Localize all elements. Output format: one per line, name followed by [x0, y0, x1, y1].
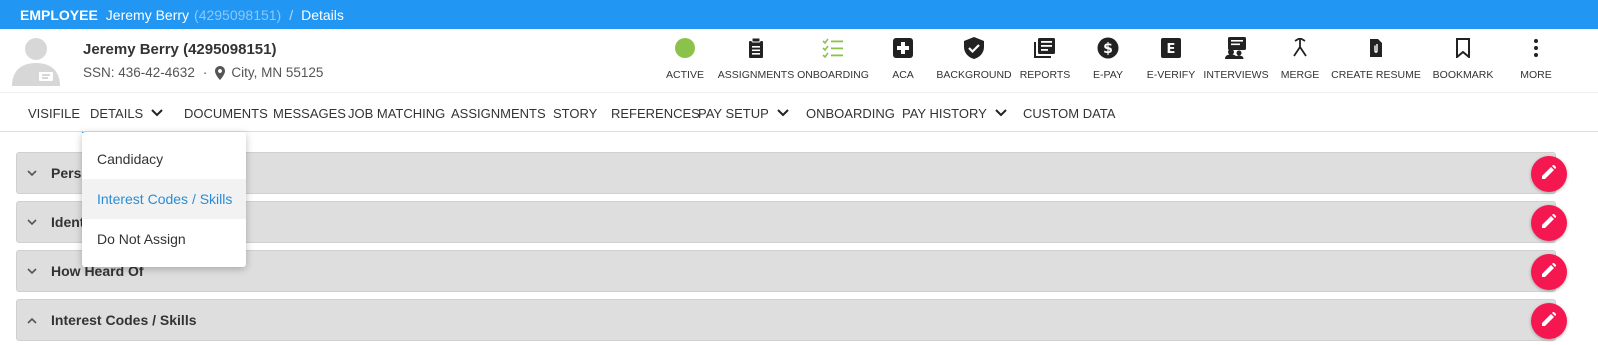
edit-button[interactable] [1531, 254, 1567, 290]
tab-pay-history[interactable]: PAY HISTORY [902, 93, 1007, 133]
dollar-icon: $ [1097, 37, 1119, 64]
paperclip-icon [1368, 37, 1384, 64]
status-dot-icon [674, 37, 696, 64]
tab-label: DOCUMENTS [184, 105, 268, 121]
breadcrumb-separator: / [289, 6, 294, 23]
chevron-up-icon [27, 317, 45, 324]
employee-location: City, MN 55125 [231, 65, 324, 80]
tab-label: MESSAGES [273, 105, 346, 121]
tab-assignments[interactable]: ASSIGNMENTS [451, 93, 546, 133]
employee-name: Jeremy Berry (4295098151) [83, 41, 277, 58]
checklist-icon [822, 38, 844, 63]
panel-personal[interactable]: Perso [16, 152, 1567, 194]
action-label: MERGE [1280, 69, 1320, 81]
tab-bar: VISIFILE DETAILS DOCUMENTS MESSAGES JOB … [0, 92, 1598, 134]
tab-job-matching[interactable]: JOB MATCHING [348, 93, 445, 133]
merge-icon [1292, 36, 1308, 63]
create-resume-action[interactable]: CREATE RESUME [1331, 35, 1421, 87]
tab-story[interactable]: STORY [553, 93, 597, 133]
action-label: ACA [892, 69, 914, 81]
separator-dot: · [202, 65, 208, 80]
tab-label: STORY [553, 105, 598, 121]
tab-label: PAY SETUP [698, 105, 769, 121]
tab-label: JOB MATCHING [348, 105, 446, 121]
avatar [8, 36, 64, 86]
tab-details[interactable]: DETAILS [81, 93, 178, 134]
chevron-down-icon [27, 267, 45, 275]
interviews-icon [1225, 36, 1247, 64]
chevron-down-icon [777, 109, 789, 117]
action-label: MORE [1520, 69, 1552, 81]
pencil-icon [1542, 164, 1557, 184]
pencil-icon [1542, 262, 1557, 282]
employee-header: Jeremy Berry (4295098151) SSN: 436-42-46… [0, 29, 1598, 92]
shield-check-icon [964, 36, 984, 64]
panel-title: Ident [51, 214, 85, 230]
edit-button[interactable] [1531, 303, 1567, 339]
edit-button[interactable] [1531, 205, 1567, 241]
reports-icon [1034, 37, 1056, 63]
chevron-down-icon [995, 109, 1007, 117]
chevron-down-icon [151, 109, 163, 117]
more-vert-icon [1533, 38, 1539, 63]
breadcrumb-current-page: Details [301, 6, 344, 23]
panel-interest-codes-skills[interactable]: Interest Codes / Skills [16, 299, 1567, 341]
tab-custom-data[interactable]: CUSTOM DATA [1023, 93, 1115, 133]
tab-label: REFERENCES [611, 105, 700, 121]
bookmark-icon [1456, 37, 1470, 63]
employee-subinfo: SSN: 436-42-4632 · City, MN 55125 [83, 65, 323, 80]
tab-documents[interactable]: DOCUMENTS [184, 93, 268, 133]
action-label: BOOKMARK [1432, 69, 1494, 81]
tab-label: PAY HISTORY [902, 105, 987, 121]
breadcrumb-type: EMPLOYEE [20, 6, 98, 23]
tab-references[interactable]: REFERENCES [611, 93, 700, 133]
tab-label: VISIFILE [28, 105, 81, 121]
menu-item-candidacy[interactable]: Candidacy [82, 139, 246, 179]
tab-label: CUSTOM DATA [1023, 105, 1116, 121]
tab-messages[interactable]: MESSAGES [273, 93, 346, 133]
details-dropdown-menu: Candidacy Interest Codes / Skills Do Not… [82, 132, 246, 267]
panel-how-heard-of[interactable]: How Heard Of [16, 250, 1567, 292]
medical-plus-icon [893, 37, 913, 63]
panel-identification[interactable]: Ident [16, 201, 1567, 243]
menu-item-interest-codes-skills[interactable]: Interest Codes / Skills [82, 179, 246, 219]
action-label: E-VERIFY [1146, 69, 1196, 81]
chevron-down-icon [27, 218, 45, 226]
tab-onboarding[interactable]: ONBOARDING [806, 93, 895, 133]
tab-label: ASSIGNMENTS [451, 105, 546, 121]
breadcrumb: EMPLOYEE Jeremy Berry (4295098151) / Det… [0, 0, 1598, 29]
action-label: E-PAY [1093, 69, 1123, 81]
svg-text:E: E [1167, 42, 1176, 57]
chevron-down-icon [27, 169, 45, 177]
edit-button[interactable] [1531, 156, 1567, 192]
tab-label: ONBOARDING [806, 105, 895, 121]
action-label: ACTIVE [666, 69, 704, 81]
e-verify-icon: E [1161, 37, 1181, 63]
avatar-icon [12, 38, 60, 86]
action-label: CREATE RESUME [1331, 69, 1421, 81]
panel-title: Interest Codes / Skills [51, 312, 197, 328]
employee-ssn: SSN: 436-42-4632 [83, 65, 195, 80]
more-action[interactable]: MORE [1491, 35, 1581, 87]
pencil-icon [1542, 311, 1557, 331]
tab-visifile[interactable]: VISIFILE [28, 93, 80, 133]
menu-item-do-not-assign[interactable]: Do Not Assign [82, 219, 246, 259]
location-pin-icon [215, 65, 226, 80]
action-label: ASSIGNMENTS [717, 69, 795, 81]
tab-label: DETAILS [90, 105, 144, 121]
breadcrumb-employee-name[interactable]: Jeremy Berry [106, 7, 189, 23]
breadcrumb-employee-id: (4295098151) [194, 6, 282, 23]
pencil-icon [1542, 213, 1557, 233]
svg-text:$: $ [1103, 41, 1113, 57]
clipboard-icon [748, 37, 764, 63]
tab-pay-setup[interactable]: PAY SETUP [698, 93, 789, 133]
